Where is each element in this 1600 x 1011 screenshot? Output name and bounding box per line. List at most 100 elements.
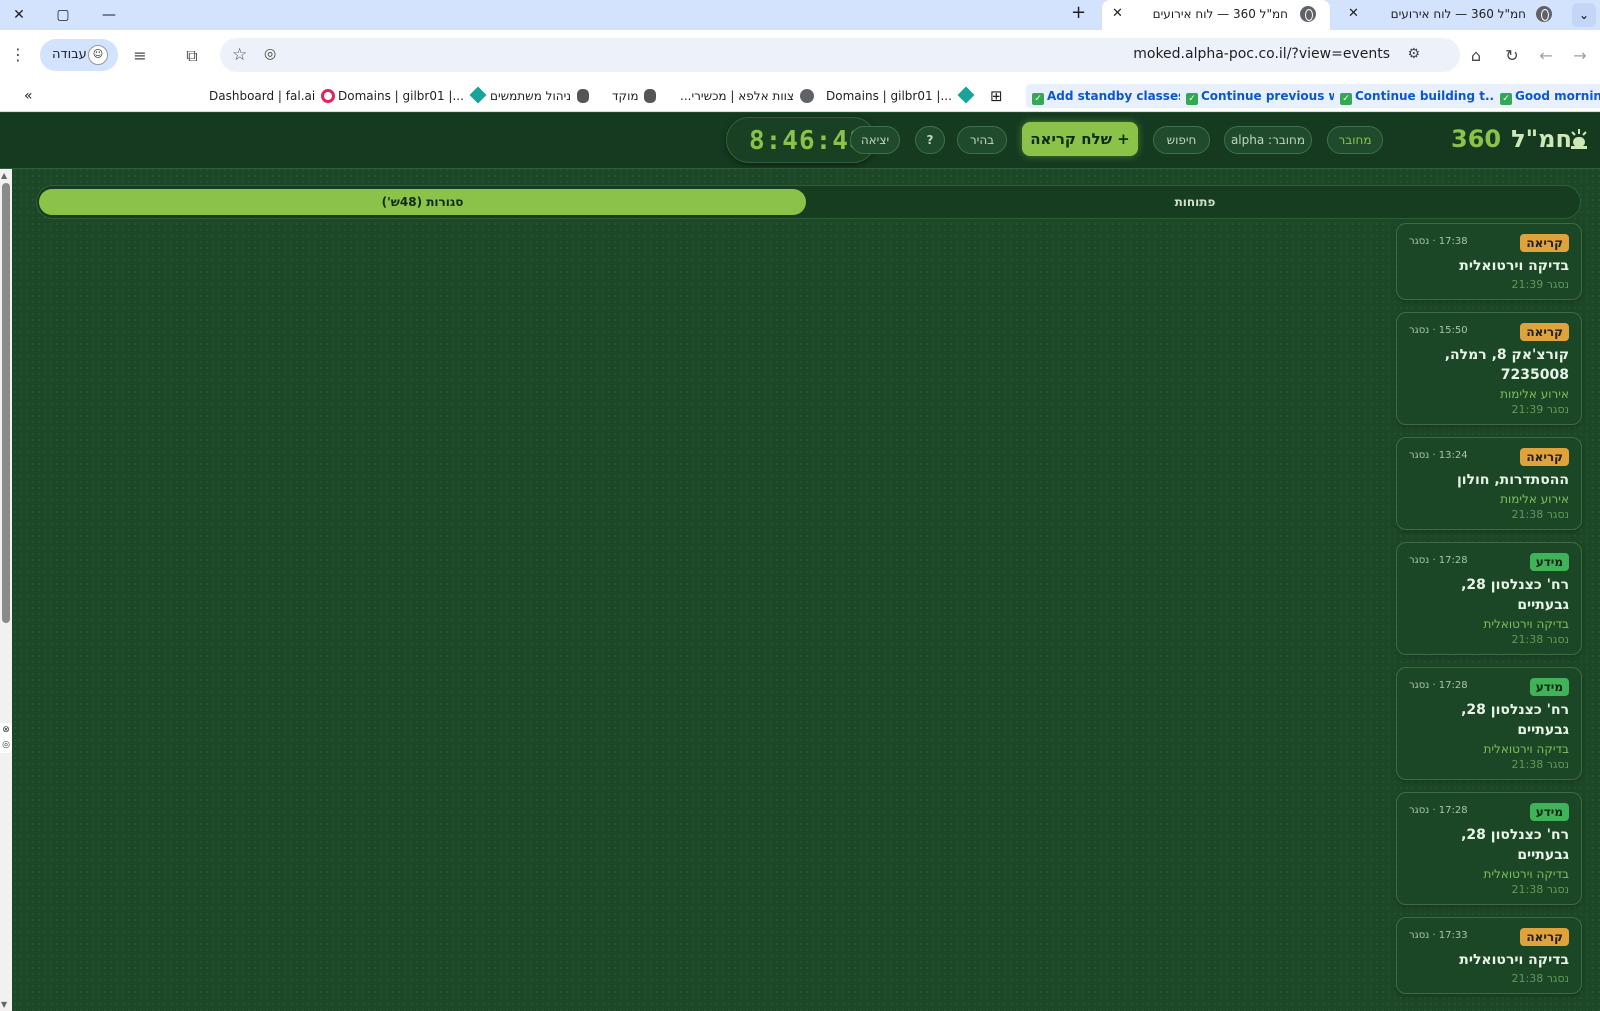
event-category: בדיקה וירטואלית <box>1483 867 1569 881</box>
event-closed-time: נסגר 21:38 <box>1511 633 1569 646</box>
event-title: קורצ'אק 8, רמלה, 7235008 <box>1444 347 1569 383</box>
event-closed-time: נסגר 21:39 <box>1511 278 1569 291</box>
browser-tabstrip: ✕ ▢ — + ✕ חמ"ל 360 — לוח אירועים ✕ חמ"ל … <box>0 0 1600 30</box>
connection-status-badge: מחובר <box>1327 126 1383 154</box>
event-time: 17:33 · נסגר <box>1409 930 1468 941</box>
clock-time: 8:46:48 <box>749 126 866 156</box>
bookmark-star-icon[interactable]: ☆ <box>232 45 247 65</box>
tab-active[interactable]: ✕ חמ"ל 360 — לוח אירועים <box>1102 0 1330 30</box>
profile-button[interactable]: עבודה ☺ <box>40 39 118 71</box>
menu-kebab-icon[interactable]: ⋮ <box>6 43 30 67</box>
siren-icon <box>1571 129 1587 149</box>
new-tab-button[interactable]: + <box>1071 2 1086 23</box>
event-time: 15:50 · נסגר <box>1409 325 1468 336</box>
event-time: 17:38 · נסגר <box>1409 236 1468 247</box>
tab-close-icon[interactable]: ✕ <box>1112 6 1123 21</box>
event-category: אירוע אלימות <box>1500 492 1569 506</box>
reload-icon[interactable]: ↻ <box>1500 44 1524 68</box>
bookmark-item[interactable]: ✓ Continue previous w... <box>1180 84 1359 108</box>
event-time: 13:24 · נסגר <box>1409 450 1468 461</box>
ring-icon <box>321 89 336 103</box>
expand-bookmarks-icon[interactable]: « <box>24 84 33 108</box>
scroll-down-arrow-icon[interactable]: ▼ <box>1 1000 7 1009</box>
event-card[interactable]: מידע 17:28 · נסגר רח' כצנלסון 28, גבעתיים… <box>1396 792 1582 905</box>
globe-icon <box>799 89 814 103</box>
tab-search-chevron-icon[interactable]: ⌄ <box>1572 3 1596 27</box>
scrollbar-thumb[interactable] <box>2 183 10 623</box>
app-header: חמ"ל 360 מחובר מחובר: alpha חיפוש + שלח ק… <box>0 113 1600 169</box>
brand-name: חמ"ל <box>1511 125 1572 153</box>
bookmark-item[interactable]: ✓ Continue building t... <box>1334 84 1505 108</box>
search-button[interactable]: חיפוש <box>1153 126 1210 154</box>
minimize-window-icon[interactable]: — <box>98 4 120 26</box>
settings-circle-icon[interactable]: ◎ <box>0 738 12 753</box>
event-card[interactable]: קריאה 13:24 · נסגר ההסתדרות, חולון אירוע … <box>1396 437 1582 530</box>
help-button[interactable]: ? <box>915 126 945 154</box>
extensions-icon[interactable]: ⧉ <box>180 44 204 68</box>
bookmark-item[interactable]: Domains | gilbr01 |... <box>826 84 975 108</box>
bookmarks-bar: « Dashboard | fal.ai Domains | gilbr01 |… <box>0 80 1600 112</box>
event-title: רח' כצנלסון 28, גבעתיים <box>1461 702 1569 738</box>
event-title: בדיקה וירטואלית <box>1459 952 1569 968</box>
events-list: קריאה 17:38 · נסגר בדיקה וירטואלית נסגר 2… <box>1396 223 1582 1006</box>
diamond-icon <box>957 86 975 104</box>
close-window-icon[interactable]: ✕ <box>8 4 30 26</box>
close-circle-icon[interactable]: ⊗ <box>0 723 12 738</box>
event-type-badge: מידע <box>1529 803 1569 821</box>
back-arrow-icon[interactable]: ← <box>1534 44 1558 68</box>
tab-title: חמ"ל 360 — לוח אירועים <box>1152 7 1288 21</box>
event-type-badge: קריאה <box>1520 448 1569 466</box>
theme-toggle-button[interactable]: בהיר <box>957 126 1007 154</box>
bookmark-item[interactable]: Dashboard | fal.ai <box>209 84 336 108</box>
bookmark-item[interactable]: ניהול משתמשים <box>490 84 590 108</box>
site-settings-icon[interactable]: ⚙ <box>1407 46 1420 62</box>
bunny-icon <box>644 89 657 103</box>
bookmark-item[interactable]: ✓ Add standby classes... <box>1026 84 1205 108</box>
events-filter-toggle: סגורות (48ש') פתוחות <box>36 185 1581 219</box>
tab-close-icon[interactable]: ✕ <box>1348 6 1359 21</box>
page-scrollbar[interactable]: ▲ ▼ <box>0 169 12 1011</box>
browser-toolbar: ⋮ עבודה ☺ ≡ ⧉ ☆ ◎ moked.alpha-poc.co.il/… <box>0 30 1600 80</box>
address-bar[interactable]: ☆ ◎ moked.alpha-poc.co.il/?view=events ⚙ <box>220 38 1460 72</box>
logout-button[interactable]: יציאה <box>850 126 900 154</box>
event-card[interactable]: מידע 17:28 · נסגר רח' כצנלסון 28, גבעתיים… <box>1396 667 1582 780</box>
event-card[interactable]: קריאה 17:38 · נסגר בדיקה וירטואלית נסגר 2… <box>1396 223 1582 300</box>
globe-icon <box>1300 6 1316 22</box>
check-icon: ✓ <box>1500 93 1512 105</box>
event-card[interactable]: מידע 17:28 · נסגר רח' כצנלסון 28, גבעתיים… <box>1396 542 1582 655</box>
event-time: 17:28 · נסגר <box>1409 680 1468 691</box>
check-icon: ✓ <box>1186 93 1198 105</box>
bookmark-item[interactable]: מוקד <box>612 84 657 108</box>
event-title: רח' כצנלסון 28, גבעתיים <box>1461 577 1569 613</box>
maximize-window-icon[interactable]: ▢ <box>52 4 74 26</box>
event-card[interactable]: קריאה 17:33 · נסגר בדיקה וירטואלית נסגר 2… <box>1396 917 1582 994</box>
event-type-badge: קריאה <box>1520 323 1569 341</box>
home-icon[interactable]: ⌂ <box>1464 44 1488 68</box>
tab-open-events[interactable]: פתוחות <box>812 189 1578 215</box>
send-call-button[interactable]: + שלח קריאה <box>1022 122 1138 156</box>
bookmark-item[interactable]: ✓Good morning <box>1494 84 1600 108</box>
reading-list-icon[interactable]: ≡ <box>128 44 152 68</box>
forward-arrow-icon[interactable]: → <box>1568 44 1592 68</box>
event-category: בדיקה וירטואלית <box>1483 617 1569 631</box>
globe-icon <box>1536 6 1552 22</box>
check-icon: ✓ <box>1340 93 1352 105</box>
tab-closed-events[interactable]: סגורות (48ש') <box>39 189 806 215</box>
events-page: חמ"ל 360 מחובר מחובר: alpha חיפוש + שלח ק… <box>0 113 1600 1011</box>
side-widget[interactable]: ⊗ ◎ <box>0 723 12 753</box>
incognito-lens-icon[interactable]: ◎ <box>264 46 276 62</box>
event-closed-time: נסגר 21:38 <box>1511 758 1569 771</box>
tab-inactive[interactable]: ✕ חמ"ל 360 — לוח אירועים <box>1340 0 1566 30</box>
bookmark-item[interactable]: צוות אלפא | מכשירי... <box>680 84 814 108</box>
event-type-badge: מידע <box>1529 553 1569 571</box>
diamond-icon <box>469 86 487 104</box>
event-category: בדיקה וירטואלית <box>1483 742 1569 756</box>
check-icon: ✓ <box>1032 93 1044 105</box>
apps-grid-icon[interactable]: ⊞ <box>990 84 1003 108</box>
user-status-badge: מחובר: alpha <box>1224 126 1312 154</box>
event-card[interactable]: קריאה 15:50 · נסגר קורצ'אק 8, רמלה, 72350… <box>1396 312 1582 425</box>
event-title: רח' כצנלסון 28, גבעתיים <box>1461 827 1569 863</box>
event-title: ההסתדרות, חולון <box>1456 472 1569 488</box>
scroll-up-arrow-icon[interactable]: ▲ <box>1 171 7 180</box>
bookmark-item[interactable]: Domains | gilbr01 |... <box>338 84 487 108</box>
